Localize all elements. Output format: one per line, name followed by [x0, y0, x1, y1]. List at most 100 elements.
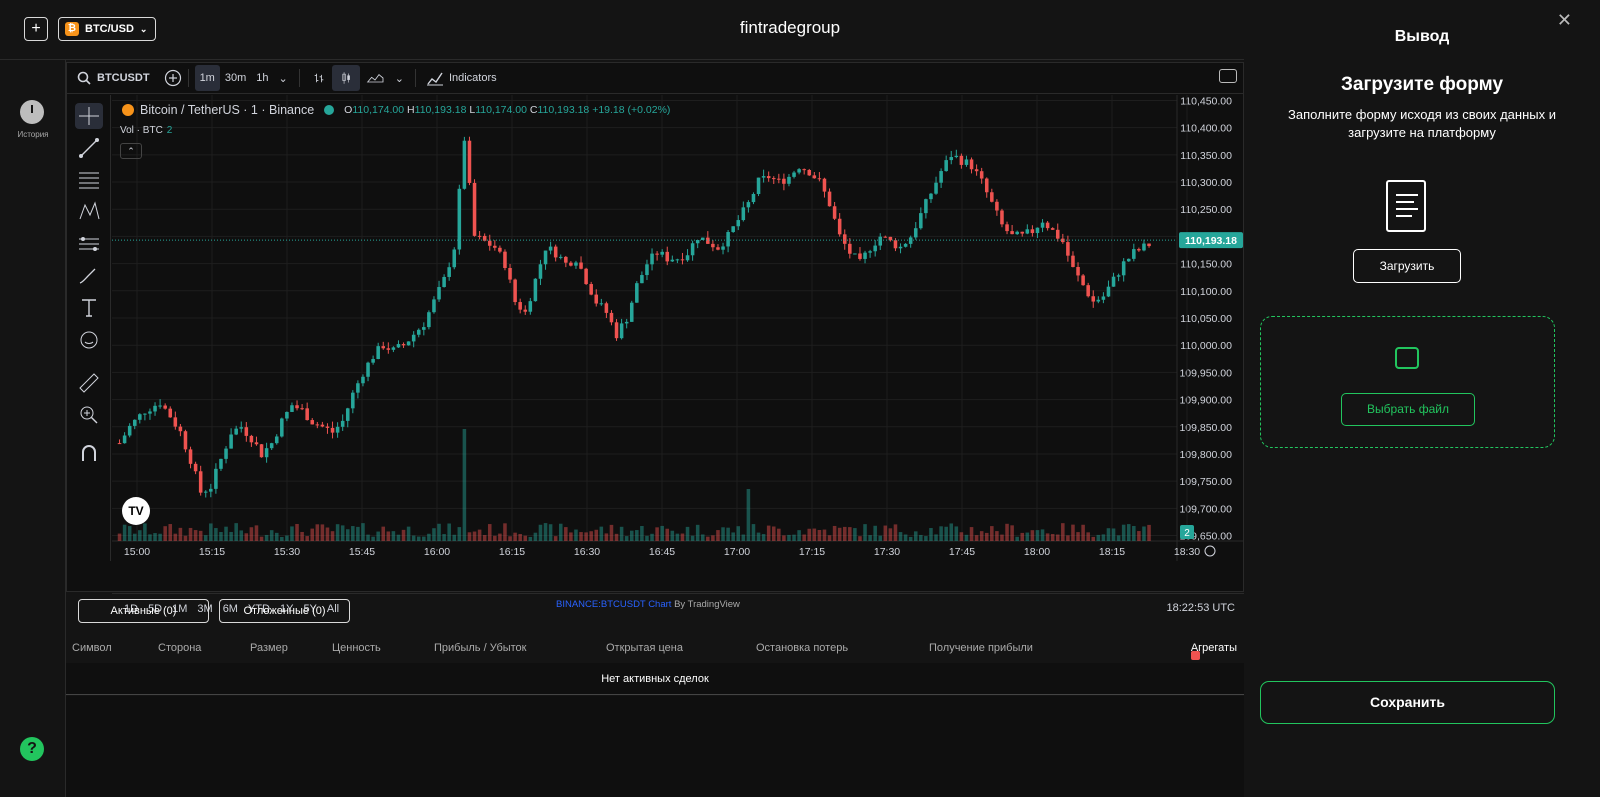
volume-bar	[827, 535, 832, 541]
trend-line-icon[interactable]	[75, 135, 103, 161]
interval-1m[interactable]: 1m	[194, 65, 220, 91]
magnet-icon[interactable]	[75, 441, 103, 467]
volume-bar	[731, 532, 735, 541]
y-tick-label: 110,350.00	[1180, 150, 1232, 162]
candle-body	[1132, 249, 1136, 259]
candle-body	[117, 443, 122, 445]
symbol-search[interactable]: BTCUSDT	[97, 72, 150, 84]
candles-style-icon[interactable]	[331, 65, 360, 91]
file-dropzone[interactable]: Выбрать файл	[1260, 316, 1555, 448]
volume-bar	[797, 530, 801, 541]
volume-bar	[1076, 532, 1080, 541]
area-style-icon[interactable]	[360, 65, 390, 91]
volume-bar	[924, 536, 928, 541]
choose-file-button[interactable]: Выбрать файл	[1341, 393, 1475, 426]
camera-icon[interactable]	[1219, 69, 1237, 83]
history-label[interactable]: История	[0, 130, 66, 139]
help-icon[interactable]: ?	[20, 737, 44, 761]
volume-bar	[635, 530, 639, 541]
tab-active-orders[interactable]: Активные (0)	[78, 599, 209, 623]
pair-label: BTC/USD	[85, 23, 134, 35]
ruler-icon[interactable]	[75, 369, 103, 395]
indicators-button[interactable]: Indicators	[444, 65, 502, 91]
volume-bar	[959, 532, 964, 541]
volume-bar	[396, 534, 401, 541]
volume-bar	[1005, 523, 1009, 541]
legend-ohlc: O110,174.00 H110,193.18 L110,174.00 C110…	[344, 104, 671, 116]
candle-body	[858, 253, 862, 259]
pattern-icon[interactable]	[75, 199, 103, 225]
candle-body	[280, 418, 284, 437]
candle-body	[990, 192, 994, 202]
candle-body	[614, 322, 619, 339]
candle-body	[629, 302, 634, 322]
chart-type-dropdown-icon[interactable]: ⌄	[390, 65, 409, 91]
candle-body	[609, 312, 614, 323]
crosshair-icon[interactable]	[75, 103, 103, 129]
col-side: Сторона	[158, 642, 202, 654]
candle-body	[974, 169, 979, 172]
candle-body	[437, 287, 441, 300]
candle-body	[564, 256, 568, 263]
candle-body	[624, 321, 629, 324]
volume-bar	[690, 535, 695, 541]
forecast-icon[interactable]	[75, 231, 103, 257]
candle-body	[193, 463, 198, 472]
volume-bar	[863, 524, 867, 541]
aggregates-checkbox[interactable]	[1190, 651, 1200, 660]
compare-add-icon[interactable]	[164, 69, 182, 87]
candle-body	[655, 253, 659, 255]
volume-bar	[949, 523, 954, 541]
volume-bar	[1101, 534, 1106, 541]
indicators-icon[interactable]	[426, 70, 444, 86]
text-tool-icon[interactable]	[75, 295, 103, 321]
save-button[interactable]: Сохранить	[1260, 681, 1555, 724]
candle-body	[746, 202, 751, 208]
candle-body	[320, 424, 325, 427]
history-icon[interactable]	[20, 100, 44, 124]
utc-clock[interactable]: 18:22:53 UTC	[1167, 602, 1235, 614]
credit-link[interactable]: BINANCE:BTCUSDT Chart	[556, 599, 671, 610]
candle-body	[913, 228, 918, 238]
brush-icon[interactable]	[75, 263, 103, 289]
volume-bar	[624, 536, 629, 541]
interval-30m[interactable]: 30m	[220, 65, 251, 91]
volume-bar	[1091, 536, 1096, 541]
search-icon[interactable]	[77, 71, 91, 85]
zoom-icon[interactable]	[75, 401, 103, 427]
candle-body	[422, 327, 426, 330]
tab-pending-orders[interactable]: Отложенные (0)	[219, 599, 350, 623]
tradingview-logo[interactable]: TV	[122, 497, 150, 525]
candle-body	[1076, 266, 1080, 276]
chart-plot[interactable]: 110,450.00 110,400.00 110,350.00 110,300.00…	[112, 95, 1245, 615]
add-button[interactable]: +	[24, 17, 48, 41]
fib-lines-icon[interactable]	[75, 167, 103, 193]
bars-style-icon[interactable]	[306, 65, 332, 91]
orders-empty-state: Нет активных сделок	[66, 663, 1244, 695]
chart-credit: BINANCE:BTCUSDT Chart By TradingView	[556, 599, 740, 610]
volume-bar	[594, 529, 599, 541]
volume-bar	[929, 528, 933, 541]
price-chart[interactable]: 110,450.00 110,400.00 110,350.00 110,300.00…	[112, 95, 1245, 561]
x-tick-label: 18:00	[1024, 546, 1050, 558]
volume-bar	[706, 536, 710, 541]
volume-bar	[320, 524, 325, 541]
volume-bar	[1061, 523, 1065, 541]
legend-collapse-button[interactable]: ⌃	[120, 143, 142, 159]
volume-bar	[366, 534, 370, 541]
candle-body	[553, 246, 558, 258]
volume-bar	[401, 529, 406, 541]
candle-body	[979, 171, 984, 179]
candle-body	[898, 246, 903, 249]
interval-dropdown-icon[interactable]: ⌄	[274, 65, 293, 91]
volume-bar	[574, 529, 578, 541]
pair-selector[interactable]: ₿ BTC/USD ⌄	[58, 17, 157, 41]
candle-body	[797, 169, 801, 173]
candle-body	[427, 312, 431, 328]
upload-button[interactable]: Загрузить	[1353, 249, 1461, 283]
emoji-icon[interactable]	[75, 327, 103, 353]
interval-1h[interactable]: 1h	[251, 65, 273, 91]
volume-bar	[259, 536, 264, 541]
volume-legend: Vol · BTC 2	[120, 125, 173, 136]
aggregates-toggle[interactable]: Агрегаты	[1190, 642, 1237, 660]
